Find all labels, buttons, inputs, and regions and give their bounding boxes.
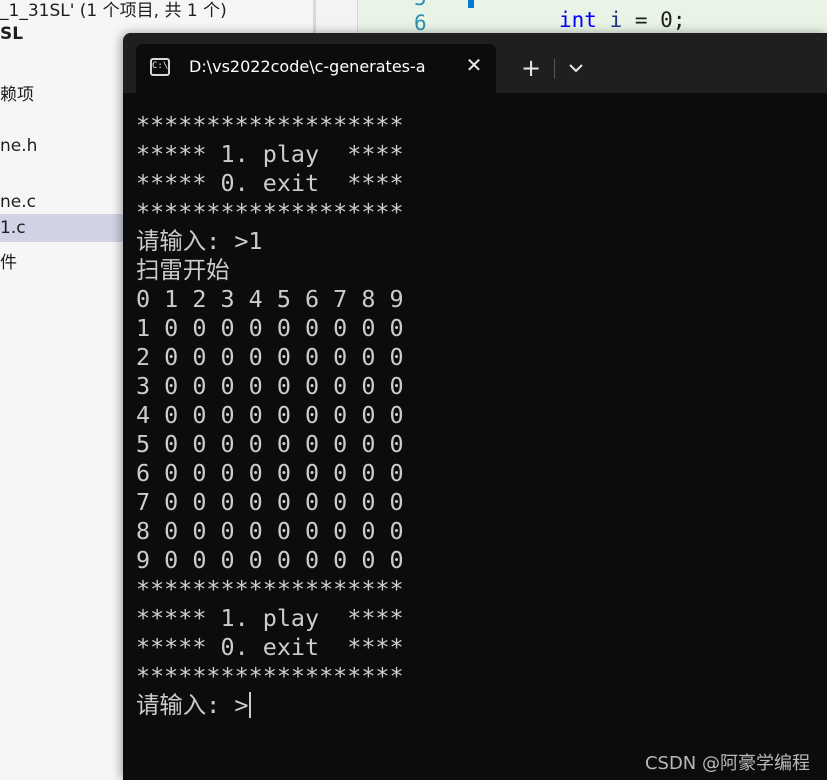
console-line: 8 0 0 0 0 0 0 0 0 0 — [136, 517, 404, 545]
tab-title: D:\vs2022code\c-generates-a — [189, 57, 426, 76]
console-line: 9 0 0 0 0 0 0 0 0 0 — [136, 546, 404, 574]
console-line: 2 0 0 0 0 0 0 0 0 0 — [136, 343, 404, 371]
console-line: 请输入: >1 — [136, 227, 263, 255]
console-line: ***** 1. play **** — [136, 140, 404, 168]
explorer-item-references[interactable]: 赖项 — [0, 80, 34, 105]
console-output[interactable]: ******************* ***** 1. play **** *… — [136, 111, 404, 720]
code-variable: i — [609, 8, 623, 32]
console-prompt-line[interactable]: 请输入: > — [136, 691, 404, 720]
line-number: 5 — [414, 0, 427, 10]
console-prompt: 请输入: > — [136, 691, 249, 719]
console-line: ***** 0. exit **** — [136, 169, 404, 197]
terminal-titlebar[interactable]: C:\ D:\vs2022code\c-generates-a ✕ + — [123, 33, 827, 93]
console-line: 4 0 0 0 0 0 0 0 0 0 — [136, 401, 404, 429]
console-line: ******************* — [136, 575, 404, 603]
solution-title[interactable]: _1_31SL' (1 个项目, 共 1 个) — [0, 0, 227, 21]
terminal-tab[interactable]: C:\ D:\vs2022code\c-generates-a ✕ — [136, 44, 496, 93]
new-tab-button[interactable]: + — [516, 53, 546, 83]
watermark: CSDN @阿豪学编程 — [644, 753, 810, 774]
text-cursor — [249, 692, 252, 718]
terminal-icon: C:\ — [150, 58, 170, 76]
console-line: 3 0 0 0 0 0 0 0 0 0 — [136, 372, 404, 400]
console-line: ***** 0. exit **** — [136, 633, 404, 661]
console-line: 1 0 0 0 0 0 0 0 0 0 — [136, 314, 404, 342]
tab-separator — [554, 59, 555, 79]
console-line: 0 1 2 3 4 5 6 7 8 9 — [136, 285, 404, 313]
explorer-item-source-file[interactable]: ne.c — [0, 192, 36, 212]
console-line: ******************* — [136, 111, 404, 139]
close-tab-icon[interactable]: ✕ — [461, 52, 487, 78]
chevron-down-icon[interactable] — [561, 53, 591, 83]
console-line: 5 0 0 0 0 0 0 0 0 0 — [136, 430, 404, 458]
code-line[interactable]: int i = 0; — [559, 8, 685, 32]
console-line: 6 0 0 0 0 0 0 0 0 0 — [136, 459, 404, 487]
project-node[interactable]: SL — [0, 24, 23, 44]
console-line: ******************* — [136, 198, 404, 226]
console-line: 7 0 0 0 0 0 0 0 0 0 — [136, 488, 404, 516]
code-rest: = 0; — [622, 8, 686, 32]
line-number: 6 — [414, 11, 427, 35]
code-keyword: int — [559, 8, 597, 32]
explorer-item-header-file[interactable]: ne.h — [0, 136, 37, 156]
explorer-item-files[interactable]: 件 — [0, 248, 17, 273]
console-line: ******************* — [136, 662, 404, 690]
console-line: 扫雷开始 — [136, 256, 230, 284]
terminal-window[interactable]: C:\ D:\vs2022code\c-generates-a ✕ + ****… — [123, 33, 827, 780]
console-line: ***** 1. play **** — [136, 604, 404, 632]
change-marker — [468, 0, 474, 8]
